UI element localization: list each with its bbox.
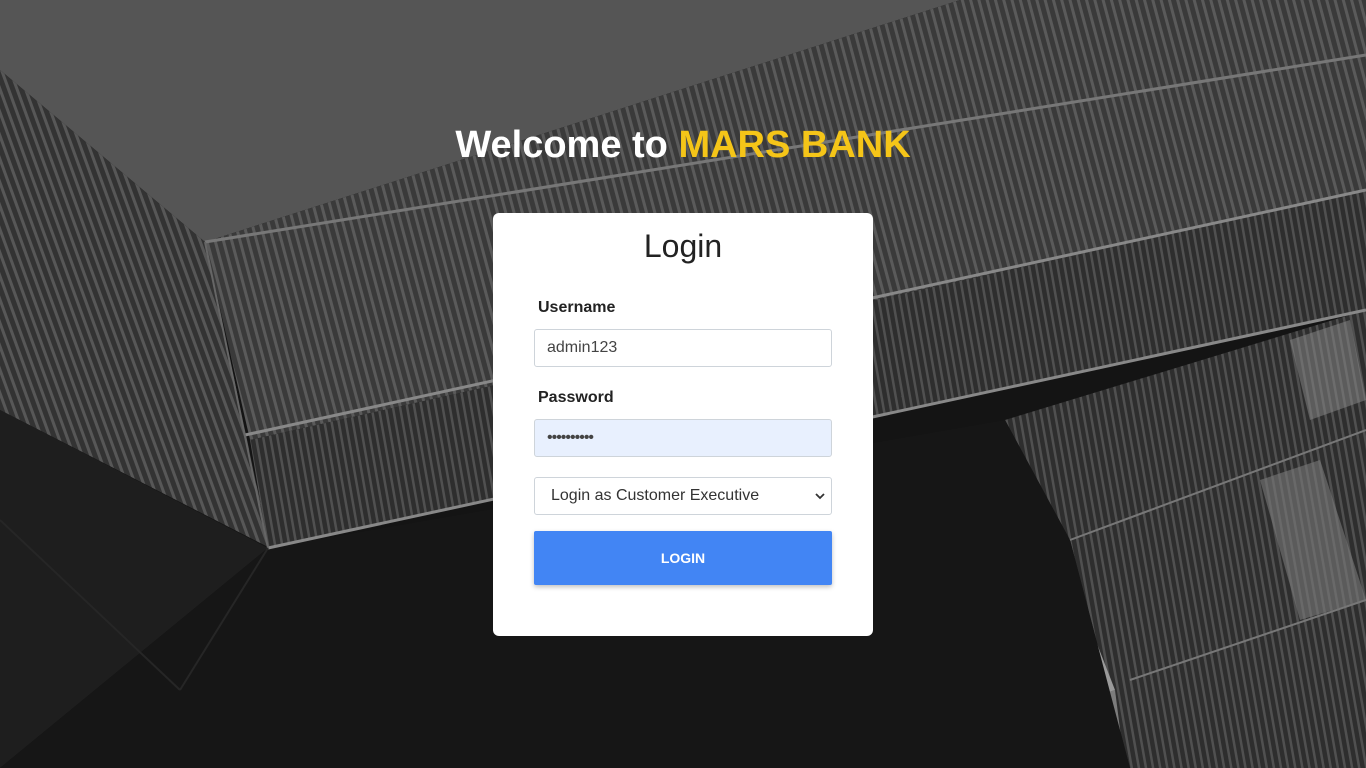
welcome-heading: Welcome to MARS BANK [0,124,1366,167]
password-label: Password [538,389,614,406]
role-select[interactable]: Login as Customer Executive [534,477,832,515]
welcome-prefix: Welcome to [455,124,679,166]
login-card: Login Username admin123 Password •••••••… [493,213,873,636]
username-label: Username [538,299,616,316]
login-title: Login [643,228,723,264]
password-input[interactable]: •••••••••• [534,419,832,457]
role-select-value: Login as Customer Executive [551,487,760,504]
brand-name: MARS BANK [678,124,911,166]
login-button[interactable]: LOGIN [534,531,832,585]
username-input[interactable]: admin123 [534,329,832,367]
chevron-down-icon [815,493,825,500]
